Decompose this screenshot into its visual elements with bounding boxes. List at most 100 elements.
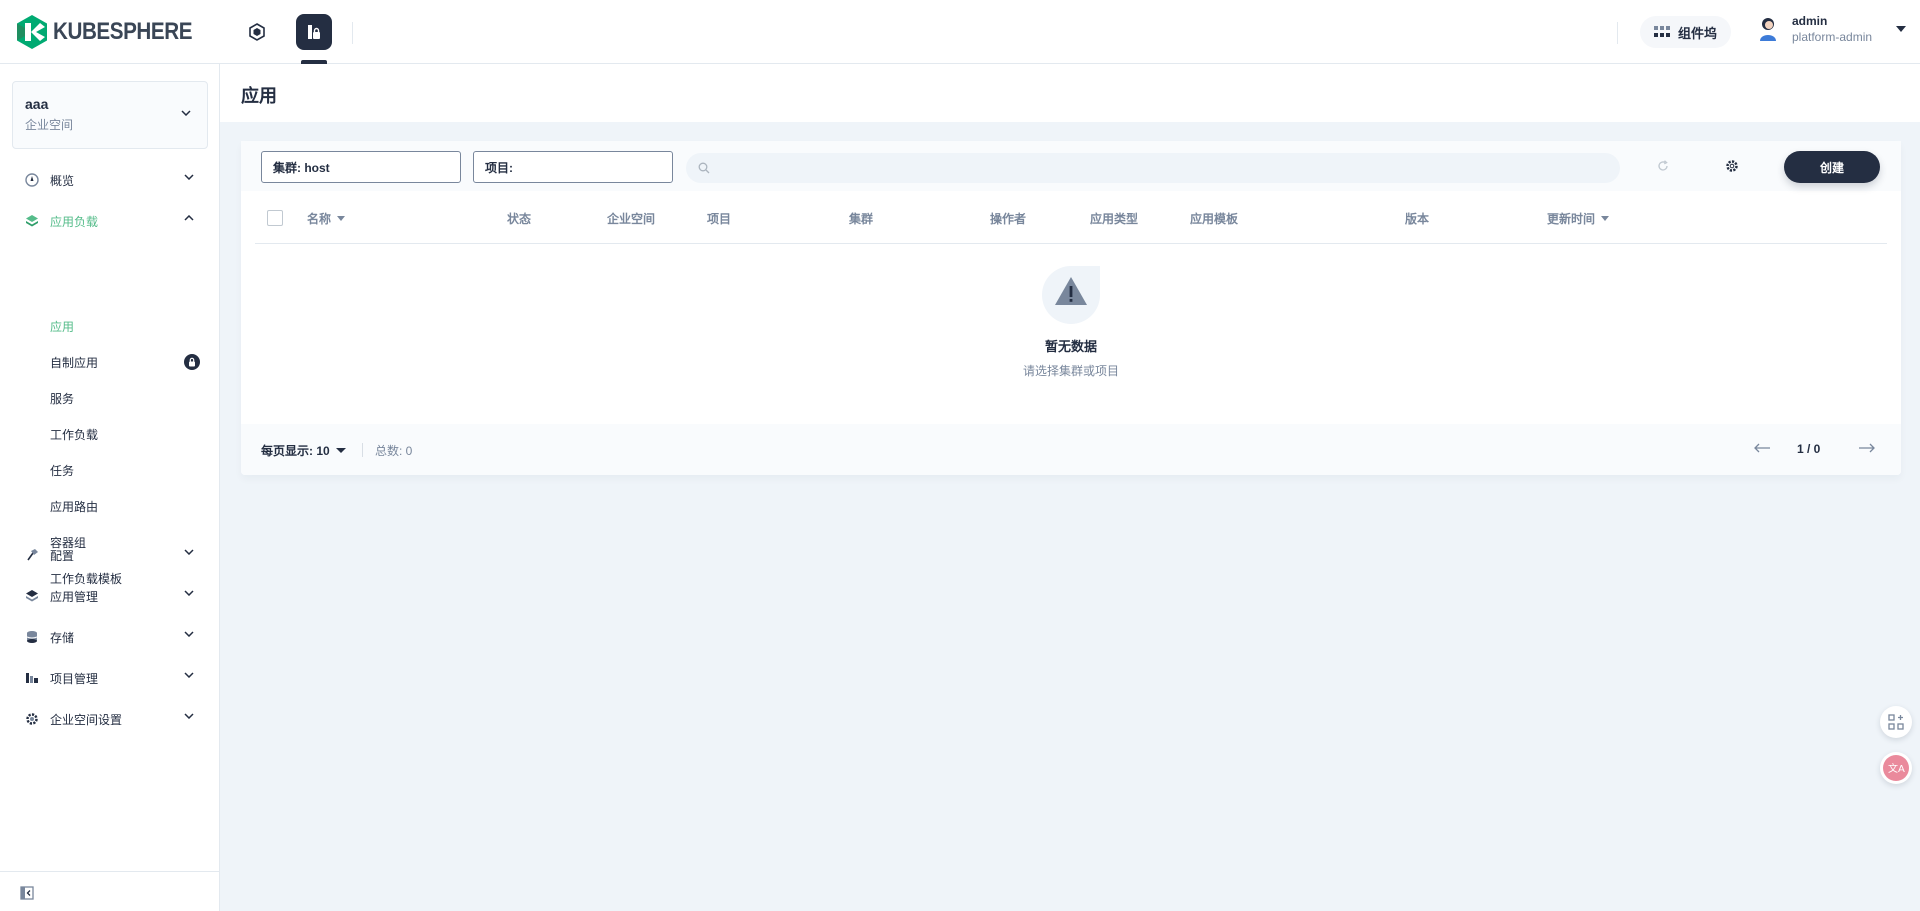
kubesphere-logo[interactable]: KUBESPHERE [15,14,215,50]
gear-icon [24,711,40,727]
sub-nav-apps[interactable]: 应用 [50,314,74,338]
sub-nav-custom-apps[interactable]: 自制应用 [50,350,98,374]
nav-app-workloads[interactable]: 应用负载 [0,206,220,236]
chevron-down-icon [184,713,194,719]
previous-page-button[interactable] [1753,442,1771,456]
sidebar-footer [0,871,220,911]
chevron-down-icon [184,631,194,637]
total-count: 总数: 0 [375,444,413,458]
page-size-select[interactable]: 每页显示: 10 [261,442,346,459]
empty-state: 暂无数据 请选择集群或项目 [241,244,1901,394]
user-menu[interactable]: admin platform-admin [1756,14,1907,44]
empty-state-subtitle: 请选择集群或项目 [1022,364,1119,378]
header-divider-right [1617,22,1618,44]
warning-icon [1042,266,1100,324]
sub-nav-jobs[interactable]: 任务 [50,458,74,482]
column-header-name[interactable]: 名称 [307,210,346,227]
add-widget-button[interactable] [1880,706,1912,738]
nav-project-management-label: 项目管理 [50,671,99,686]
sidebar: aaa 企业空间 概览 应用负载 应用 自制应用 服务 工作负载 任务 应用路由… [0,64,220,911]
next-page-button[interactable] [1858,442,1876,456]
table-settings-button[interactable] [1722,156,1742,176]
pagination: 每页显示: 10 总数: 0 1 / 0 [241,424,1901,475]
workspace-selector[interactable]: aaa 企业空间 [12,81,208,149]
appcenter-icon [24,588,40,604]
chevron-down-icon [184,672,194,678]
header-divider [352,22,353,44]
widget-add-icon [1888,714,1904,730]
empty-state-title: 暂无数据 [1044,339,1097,354]
search-input[interactable] [718,161,1598,175]
caret-down-icon [1896,26,1907,32]
pagination-divider [362,443,363,457]
user-name: admin [1792,14,1828,28]
nav-project-management[interactable]: 项目管理 [0,663,220,693]
table-toolbar: 集群: host 项目: 创建 [241,141,1901,191]
gear-icon [1726,160,1738,172]
sub-nav-services[interactable]: 服务 [50,386,74,410]
search-icon [698,162,710,174]
chevron-down-icon [181,110,191,116]
dashboard-icon [24,172,40,188]
translate-button[interactable]: 文A [1880,752,1912,784]
nav-configuration[interactable]: 配置 [0,540,220,570]
svg-text:文A: 文A [1888,762,1905,775]
nav-app-management-label: 应用管理 [50,589,99,604]
column-header-updated-at[interactable]: 更新时间 [1547,210,1610,227]
apps-table-panel: 集群: host 项目: 创建 名称 状态 企业空间 项目 集群 操作者 应用类… [241,141,1901,475]
sort-caret-icon [337,216,346,221]
sub-nav-workloads[interactable]: 工作负载 [50,422,98,446]
sub-nav-ingresses[interactable]: 应用路由 [50,494,98,518]
grid-icon [1654,26,1670,37]
nav-workspace-settings[interactable]: 企业空间设置 [0,704,220,734]
page-header: 应用 [220,64,1920,122]
column-header-cluster: 集群 [849,212,874,226]
platform-nav-button[interactable] [239,14,275,50]
workspace-lock-icon [308,25,320,39]
refresh-icon [1658,160,1668,171]
page-title: 应用 [241,86,277,106]
table-header: 名称 状态 企业空间 项目 集群 操作者 应用类型 应用模板 版本 更新时间 [255,191,1887,244]
create-button[interactable]: 创建 [1784,151,1880,183]
collapse-sidebar-button[interactable] [20,886,34,903]
select-all-checkbox[interactable] [267,210,283,226]
chevron-up-icon [184,215,194,221]
cluster-select[interactable]: 集群: host [261,151,461,183]
column-header-updated-at-label: 更新时间 [1547,212,1596,226]
arrow-left-icon [1754,443,1770,453]
page-indicator: 1 / 0 [1797,442,1821,456]
workspace-type: 企业空间 [25,118,74,132]
sort-caret-icon [1601,216,1610,221]
hammer-icon [24,547,40,563]
nav-storage-label: 存储 [50,630,75,645]
nav-overview[interactable]: 概览 [0,165,220,195]
column-header-name-label: 名称 [307,212,332,226]
nav-app-management[interactable]: 应用管理 [0,581,220,611]
nav-workspace-settings-label: 企业空间设置 [50,712,123,727]
kubesphere-logo-icon [17,15,47,49]
project-select[interactable]: 项目: [473,151,673,183]
user-info: admin platform-admin [1792,14,1872,44]
column-header-project: 项目 [707,212,732,226]
caret-down-icon [335,448,346,453]
page-size-label: 每页显示: 10 [261,444,330,458]
nav-overview-label: 概览 [50,173,75,188]
chevron-down-icon [184,174,194,180]
search-bar[interactable] [686,153,1620,183]
logo-text: KUBESPHERE [53,18,193,45]
chevron-down-icon [184,549,194,555]
refresh-button[interactable] [1653,156,1673,176]
column-header-app-template: 应用模板 [1190,212,1239,226]
components-dock-button[interactable]: 组件坞 [1640,16,1732,48]
components-dock-label: 组件坞 [1678,25,1718,41]
column-header-operator: 操作者 [990,212,1027,226]
database-icon [24,629,40,645]
appcenter-icon [24,213,40,229]
workspace-nav-button[interactable] [296,14,332,50]
lock-icon [184,354,200,370]
chevron-down-icon [184,590,194,596]
nav-storage[interactable]: 存储 [0,622,220,652]
nav-configuration-label: 配置 [50,548,75,563]
column-header-version: 版本 [1405,212,1430,226]
top-header: KUBESPHERE 组件坞 admin platform-admin [0,0,1920,64]
